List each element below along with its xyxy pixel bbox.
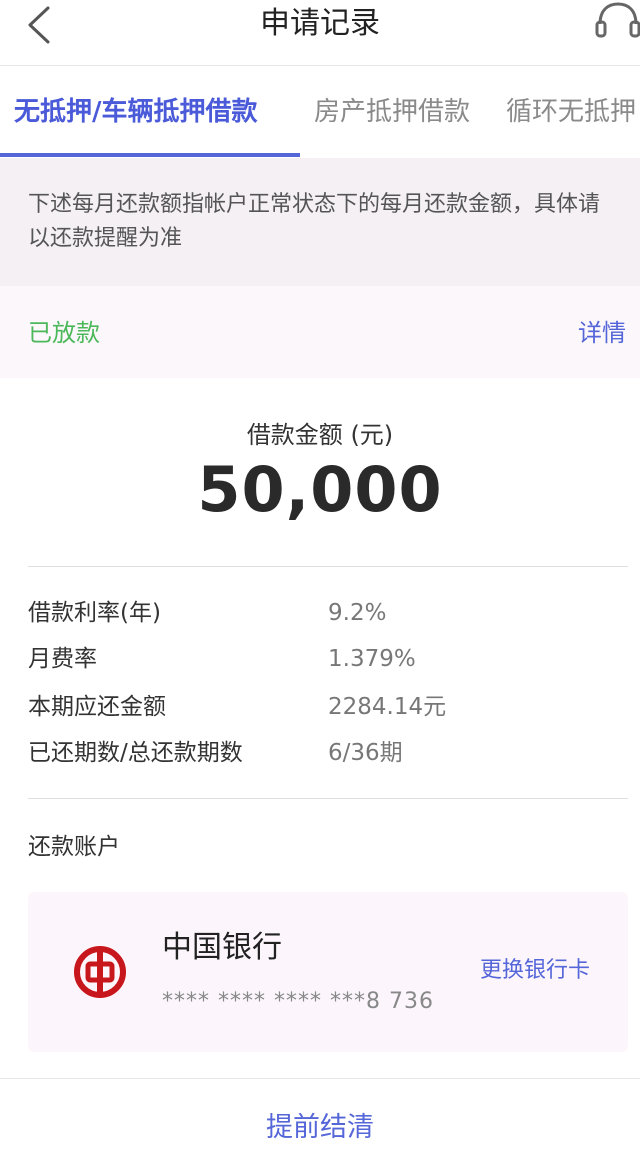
info-value: 1.379% [328,646,416,672]
tab-unsecured-vehicle-loan[interactable]: 无抵押/车辆抵押借款 [14,94,258,130]
info-value: 2284.14元 [328,694,447,720]
info-label: 月费率 [28,646,97,672]
notice-text: 下述每月还款额指帐户正常状态下的每月还款金额，具体请以还款提醒为准 [28,192,601,251]
info-row-monthly-rate: 月费率 1.379% [0,642,640,682]
info-row-installments: 已还期数/总还款期数 6/36期 [0,736,640,776]
status-badge: 已放款 [28,319,100,347]
loan-amount-value: 50,000 [197,453,443,526]
active-tab-indicator [0,153,300,157]
info-label: 借款利率(年) [28,600,161,626]
divider [28,798,628,799]
early-settlement-button[interactable]: 提前结清 [0,1109,640,1147]
repayment-notice: 下述每月还款额指帐户正常状态下的每月还款金额，具体请以还款提醒为准 [0,158,640,286]
loan-amount-label: 借款金额 (元) [246,421,394,449]
bank-of-china-logo-icon [72,944,128,1000]
headset-icon [595,2,640,38]
info-value: 6/36期 [328,740,403,766]
info-row-annual-rate: 借款利率(年) 9.2% [0,596,640,636]
info-row-current-due: 本期应还金额 2284.14元 [0,690,640,730]
change-bank-card-button[interactable]: 更换银行卡 [480,954,590,988]
loan-type-tabs: 无抵押/车辆抵押借款 房产抵押借款 循环无抵押 [0,66,640,158]
bottom-action-bar: 提前结清 [0,1078,640,1168]
tab-revolving-unsecured[interactable]: 循环无抵押 [506,94,636,130]
tab-property-mortgage-loan[interactable]: 房产抵押借款 [314,94,470,130]
info-label: 本期应还金额 [28,694,166,720]
app-header: 申请记录 [0,0,640,66]
bank-card: 中国银行 **** **** **** ***8 736 更换银行卡 [28,892,628,1052]
card-number: **** **** **** ***8 736 [162,989,434,1014]
page-title: 申请记录 [260,6,380,41]
customer-service-button[interactable] [592,0,640,44]
bank-name: 中国银行 [162,930,282,965]
info-label: 已还期数/总还款期数 [28,740,243,766]
repayment-account-label: 还款账户 [28,834,120,860]
loan-status-row: 已放款 详情 [0,286,640,378]
details-link[interactable]: 详情 [578,316,626,350]
divider [28,566,628,567]
info-value: 9.2% [328,600,387,626]
